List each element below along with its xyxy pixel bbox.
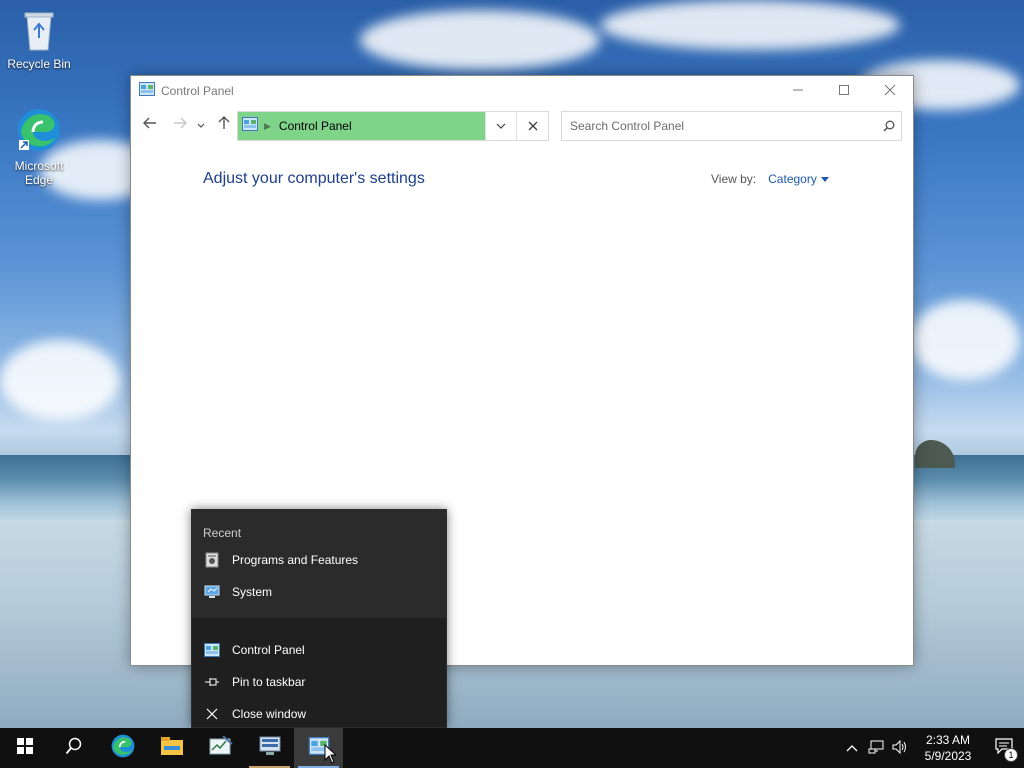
start-icon xyxy=(16,737,33,759)
cliff xyxy=(915,440,955,468)
volume-icon xyxy=(892,739,908,757)
breadcrumb-separator-icon: ▶ xyxy=(264,120,271,131)
jump-list-item-label: System xyxy=(232,585,273,599)
network-icon xyxy=(868,740,884,757)
programs-features-icon xyxy=(204,552,220,568)
chevron-down-icon xyxy=(496,120,506,132)
page-title: Adjust your computer's settings xyxy=(203,170,425,187)
desktop-icon-edge[interactable]: Microsoft Edge xyxy=(1,106,77,187)
view-by-value: Category xyxy=(768,172,817,186)
recycle-bin-icon xyxy=(1,8,77,55)
desktop-icon-label: Microsoft Edge xyxy=(14,159,64,187)
control-panel-icon xyxy=(242,116,258,136)
navigation-bar: ▶ Control Panel xyxy=(131,110,915,142)
back-button[interactable] xyxy=(139,114,161,136)
maximize-icon xyxy=(838,83,850,99)
arrow-right-icon xyxy=(173,116,187,134)
chevron-down-icon xyxy=(197,116,205,134)
forward-button[interactable] xyxy=(169,114,191,136)
recent-section: Recent Programs and Features System xyxy=(192,510,446,618)
up-button[interactable] xyxy=(213,114,235,136)
file-explorer-icon xyxy=(160,736,183,760)
recent-heading: Recent xyxy=(203,526,242,540)
recent-locations-button[interactable] xyxy=(193,114,209,136)
cloud xyxy=(910,300,1020,380)
taskbar-jump-list: Recent Programs and Features System Cont… xyxy=(191,509,447,728)
cloud xyxy=(0,340,120,420)
taskbar-server-manager-button[interactable] xyxy=(245,728,294,768)
jump-list-item-label: Programs and Features xyxy=(232,553,359,567)
caret-down-icon xyxy=(820,176,829,182)
taskbar: 2:33 AM 5/9/2023 1 xyxy=(0,728,1024,768)
close-icon xyxy=(528,118,538,134)
minimize-icon xyxy=(792,83,804,99)
jump-list-item-label: Close window xyxy=(232,707,307,721)
view-by-label: View by: xyxy=(711,172,757,186)
jump-list-item-close-window[interactable]: Close window xyxy=(192,698,446,730)
arrow-up-icon xyxy=(218,115,230,135)
system-icon xyxy=(204,584,220,600)
edge-icon xyxy=(110,733,136,764)
taskbar-task-manager-button[interactable] xyxy=(196,728,245,768)
action-center-button[interactable]: 1 xyxy=(984,728,1024,768)
jump-list-item-pin-to-taskbar[interactable]: Pin to taskbar xyxy=(192,666,446,698)
title-bar[interactable]: Control Panel xyxy=(131,76,913,106)
clock-date: 5/9/2023 xyxy=(924,749,972,763)
chevron-up-icon xyxy=(846,741,858,755)
task-manager-icon xyxy=(209,734,233,761)
jump-list-item-label: Pin to taskbar xyxy=(232,675,306,689)
desktop-icon-recycle-bin[interactable]: Recycle Bin xyxy=(1,8,77,71)
show-hidden-icons-button[interactable] xyxy=(840,728,864,768)
mouse-pointer-icon xyxy=(324,743,338,768)
jump-list-item-control-panel[interactable]: Control Panel xyxy=(192,634,446,666)
control-panel-icon xyxy=(139,81,155,101)
server-manager-icon xyxy=(258,735,282,762)
close-button[interactable] xyxy=(867,76,913,106)
edge-icon xyxy=(1,106,77,157)
cloud xyxy=(600,0,900,50)
system-tray: 2:33 AM 5/9/2023 1 xyxy=(840,728,1024,768)
breadcrumb-item-control-panel[interactable]: Control Panel xyxy=(279,119,352,133)
clock-time: 2:33 AM xyxy=(925,733,971,747)
start-button[interactable] xyxy=(0,728,49,768)
taskbar-file-explorer-button[interactable] xyxy=(147,728,196,768)
address-bar[interactable]: ▶ Control Panel xyxy=(237,111,549,141)
view-by-dropdown[interactable]: Category xyxy=(768,172,829,186)
maximize-button[interactable] xyxy=(821,76,867,106)
clock[interactable]: 2:33 AM 5/9/2023 xyxy=(912,732,984,764)
close-icon xyxy=(884,83,896,99)
taskbar-edge-button[interactable] xyxy=(98,728,147,768)
jump-list-item-label: Control Panel xyxy=(232,643,305,657)
address-dropdown-button[interactable] xyxy=(485,112,516,140)
jump-list-item-programs-and-features[interactable]: Programs and Features xyxy=(192,544,446,576)
close-icon xyxy=(204,706,220,722)
view-by-control: View by: Category xyxy=(711,172,829,186)
clear-address-button[interactable] xyxy=(516,112,548,140)
cloud xyxy=(360,10,600,70)
pin-icon xyxy=(204,674,220,690)
tasks-section: Control Panel Pin to taskbar Close windo… xyxy=(192,618,446,730)
desktop-icon-label: Recycle Bin xyxy=(7,57,71,71)
jump-list-item-system[interactable]: System xyxy=(192,576,446,608)
search-box[interactable] xyxy=(561,111,902,141)
network-button[interactable] xyxy=(864,728,888,768)
window-title: Control Panel xyxy=(161,84,234,98)
search-input[interactable] xyxy=(570,119,877,133)
breadcrumb[interactable]: ▶ Control Panel xyxy=(238,112,485,140)
search-icon xyxy=(65,737,83,760)
volume-button[interactable] xyxy=(888,728,912,768)
taskbar-search-button[interactable] xyxy=(49,728,98,768)
notification-count-badge: 1 xyxy=(1004,748,1018,762)
search-icon[interactable] xyxy=(877,120,901,132)
arrow-left-icon xyxy=(143,116,157,134)
minimize-button[interactable] xyxy=(775,76,821,106)
control-panel-icon xyxy=(204,642,220,658)
